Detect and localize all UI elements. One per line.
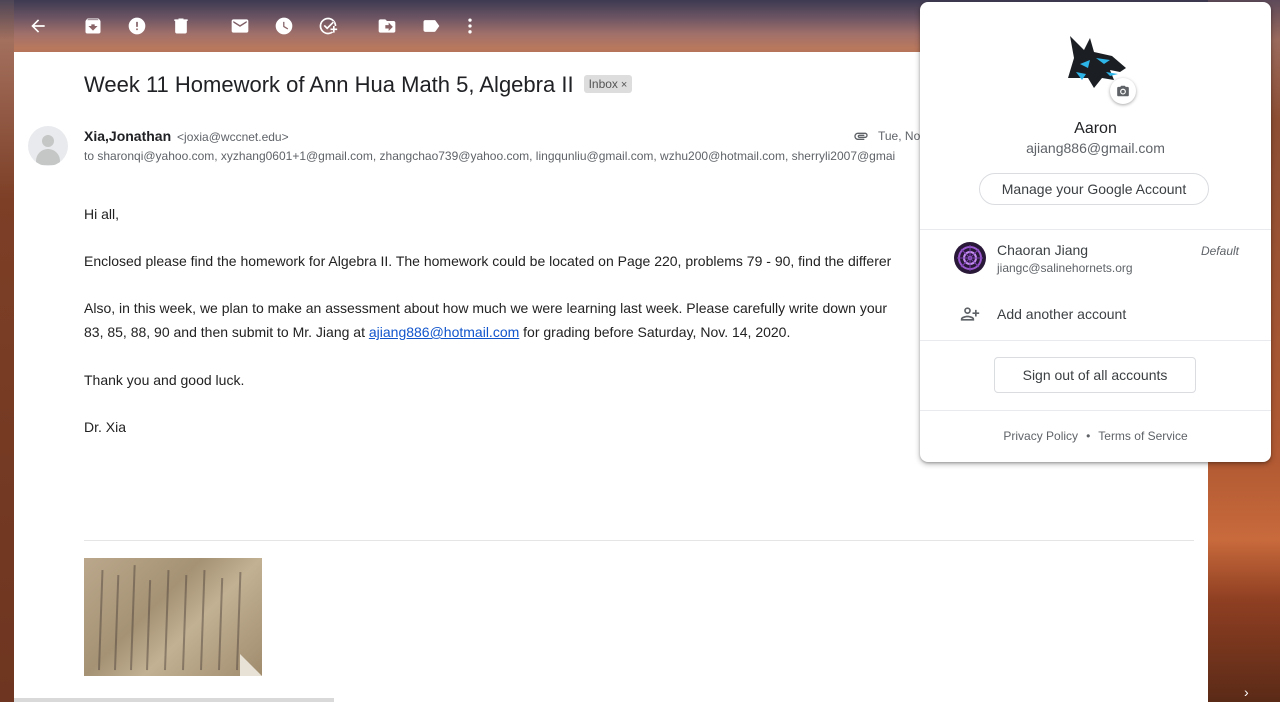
email-toolbar (0, 0, 920, 52)
delete-icon[interactable] (169, 14, 193, 38)
body-greeting: Hi all, (84, 206, 120, 222)
change-photo-button[interactable] (1110, 78, 1136, 104)
other-account-name[interactable]: Chaoran Jiang (997, 242, 1088, 258)
archive-icon[interactable] (81, 14, 105, 38)
email-date: Tue, No (878, 129, 921, 143)
email-subject: Week 11 Homework of Ann Hua Math 5, Alge… (84, 72, 633, 98)
report-spam-icon[interactable] (125, 14, 149, 38)
manage-account-button[interactable]: Manage your Google Account (979, 173, 1209, 205)
avatar-head-shape (42, 135, 54, 147)
terms-of-service-link[interactable]: Terms of Service (1098, 429, 1187, 443)
add-account-icon (960, 304, 980, 324)
privacy-policy-link[interactable]: Privacy Policy (1003, 429, 1078, 443)
subject-text: Week 11 Homework of Ann Hua Math 5, Alge… (84, 72, 574, 97)
thumb-text-line (130, 565, 136, 671)
menu-divider (920, 410, 1271, 411)
body-text-segment: for grading before Saturday, Nov. 14, 20… (519, 324, 791, 340)
thumb-text-line (98, 570, 104, 671)
attachment-divider (84, 540, 1194, 541)
other-account-email: jiangc@salinehornets.org (997, 261, 1133, 275)
remove-label-icon[interactable]: × (621, 79, 627, 91)
legal-links: Privacy Policy • Terms of Service (920, 429, 1271, 443)
sender-line: Xia,Jonathan <joxia@wccnet.edu> (84, 128, 289, 144)
email-link[interactable]: ajiang886@hotmail.com (369, 324, 519, 340)
body-paragraph-1: Enclosed please find the homework for Al… (84, 253, 892, 269)
move-to-icon[interactable] (375, 14, 399, 38)
camera-icon (1117, 85, 1129, 97)
thumb-text-line (200, 570, 206, 671)
thumb-text-line (182, 575, 188, 671)
other-account-avatar[interactable] (954, 242, 986, 274)
labels-icon[interactable] (419, 14, 443, 38)
chevron-right-icon[interactable]: › (1244, 684, 1249, 700)
add-to-tasks-icon[interactable] (316, 14, 340, 38)
separator-dot: • (1086, 429, 1091, 443)
horizontal-scrollbar[interactable] (14, 698, 334, 702)
add-another-account-button[interactable]: Add another account (997, 306, 1126, 322)
body-text-segment: 83, 85, 88, 90 and then submit to Mr. Ji… (84, 324, 369, 340)
sender-name[interactable]: Xia,Jonathan (84, 128, 171, 144)
page-fold-shape (240, 654, 262, 676)
more-icon[interactable] (458, 14, 482, 38)
body-signature: Dr. Xia (84, 419, 127, 435)
menu-divider (920, 229, 1271, 230)
body-paragraph-2-line-1: Also, in this week, we plan to make an a… (84, 300, 888, 316)
mark-unread-icon[interactable] (228, 14, 252, 38)
thumb-text-line (114, 575, 120, 671)
thumb-text-line (146, 580, 152, 671)
default-account-tag: Default (1200, 244, 1239, 258)
account-menu: Aaron ajiang886@gmail.com Manage your Go… (920, 2, 1271, 462)
body-paragraph-3: Thank you and good luck. (84, 372, 245, 388)
back-arrow-icon[interactable] (26, 14, 50, 38)
sender-avatar[interactable] (28, 126, 68, 166)
account-name: Aaron (1074, 120, 1117, 137)
attachment-icon (852, 128, 870, 149)
recipients-line[interactable]: to sharonqi@yahoo.com, xyzhang0601+1@gma… (84, 149, 920, 163)
menu-divider (920, 340, 1271, 341)
sender-email: <joxia@wccnet.edu> (177, 130, 289, 144)
thumb-text-line (164, 570, 170, 671)
mandala-avatar-icon (955, 243, 985, 273)
background-left (0, 0, 14, 702)
body-paragraph-2-line-2: 83, 85, 88, 90 and then submit to Mr. Ji… (84, 320, 790, 344)
avatar-body-shape (36, 149, 60, 165)
sign-out-button[interactable]: Sign out of all accounts (994, 357, 1196, 393)
attachment-thumbnail[interactable] (84, 558, 262, 676)
account-email: ajiang886@gmail.com (1026, 140, 1165, 156)
label-chip-text: Inbox (588, 77, 618, 92)
inbox-label-chip[interactable]: Inbox × (583, 75, 633, 94)
snooze-icon[interactable] (272, 14, 296, 38)
thumb-text-line (218, 578, 224, 671)
